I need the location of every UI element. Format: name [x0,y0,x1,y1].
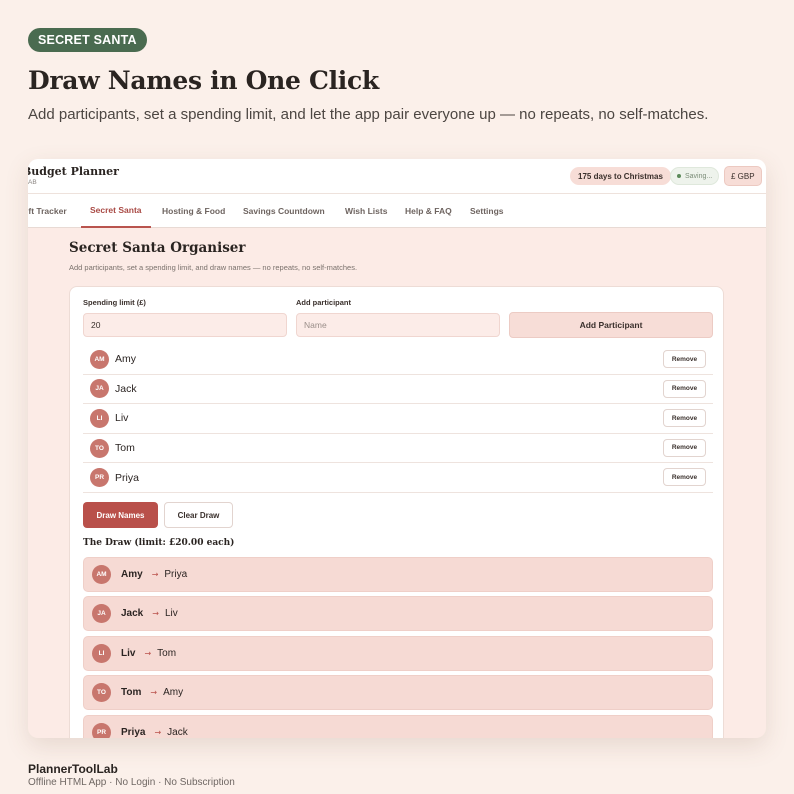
brand-tagline: Offline HTML App · No Login · No Subscri… [28,777,235,788]
arrow-right-icon: → [151,570,159,579]
spending-limit-input[interactable] [83,313,287,337]
category-badge: SECRET SANTA [28,28,147,52]
secret-santa-card: Spending limit (£) Add participant Add P… [69,286,724,738]
draw-results-title: The Draw (limit: £20.00 each) [83,538,235,548]
pair-row: TO Tom → Amy [83,675,713,711]
participant-name: Jack [115,382,137,395]
tab-secret-santa[interactable]: Secret Santa [81,194,151,228]
arrow-right-icon: → [144,648,152,658]
saving-status-pill: Saving... [670,167,720,185]
hero-title: Draw Names in One Click [28,66,379,95]
remove-button[interactable]: Remove [663,468,706,487]
participant-name-input[interactable] [296,313,500,337]
status-dot-icon [677,174,681,178]
tab-wish-lists[interactable]: Wish Lists [345,194,387,228]
receiver-name: Amy [163,687,184,699]
saving-status-label: Saving... [685,172,713,180]
receiver-name: Priya [164,569,188,580]
avatar: AM [92,565,111,584]
app-name: Budget Planner [28,165,119,178]
pair-row: AM Amy → Priya [83,557,713,592]
arrow-right-icon: → [150,688,158,698]
tab-hosting-food[interactable]: Hosting & Food [162,194,225,228]
remove-button[interactable]: Remove [663,409,706,428]
pair-row: PR Priya → Jack [83,714,713,738]
app-topbar: Budget Planner AB 175 days to Christmas … [28,159,766,194]
avatar: AM [90,349,109,369]
participant-name: Amy [115,353,136,366]
brand-name: PlannerToolLab [28,762,118,776]
clear-draw-button[interactable]: Clear Draw [164,502,233,528]
participant-name: Liv [115,412,129,425]
avatar: TO [90,438,109,458]
giver-name: Amy [121,569,143,580]
pair-row: JA Jack → Liv [83,596,713,632]
participant-row: PR Priya Remove [83,463,713,493]
avatar: JA [90,379,109,399]
tab-settings[interactable]: Settings [470,194,504,228]
participant-row: AM Amy Remove [83,345,713,375]
arrow-right-icon: → [152,609,159,619]
draw-results-list: AM Amy → Priya JA Jack → Liv LI Liv → To… [83,557,713,738]
days-to-christmas-pill: 175 days to Christmas [570,167,671,185]
hero-subtitle: Add participants, set a spending limit, … [28,106,709,123]
draw-names-button[interactable]: Draw Names [83,502,158,528]
remove-button[interactable]: Remove [663,379,706,398]
add-participant-button[interactable]: Add Participant [509,312,713,338]
participant-row: LI Liv Remove [83,404,713,434]
pair-row: LI Liv → Tom [83,635,713,671]
arrow-right-icon: → [154,727,162,737]
giver-name: Jack [121,608,144,620]
avatar: LI [90,408,109,428]
giver-name: Priya [121,726,146,738]
section-subtitle: Add participants, set a spending limit, … [69,263,358,272]
app-window: Budget Planner AB 175 days to Christmas … [28,159,766,738]
tab-bar: ift Tracker Secret Santa Hosting & Food … [28,194,766,228]
giver-name: Tom [121,687,142,699]
receiver-name: Liv [164,608,178,620]
section-title: Secret Santa Organiser [69,240,246,256]
participant-name: Priya [115,471,139,484]
currency-button[interactable]: £ GBP [724,166,762,186]
remove-button[interactable]: Remove [663,438,706,457]
participant-list: AM Amy Remove JA Jack Remove LI Liv Remo… [83,345,713,493]
spending-limit-label: Spending limit (£) [83,298,146,307]
participant-row: JA Jack Remove [83,375,713,405]
avatar: LI [92,643,111,663]
app-subtitle: AB [28,179,37,186]
giver-name: Liv [121,647,136,659]
participant-row: TO Tom Remove [83,434,713,464]
avatar: PR [92,722,111,738]
add-participant-label: Add participant [296,298,352,307]
receiver-name: Tom [157,647,177,659]
tab-savings-countdown[interactable]: Savings Countdown [243,194,325,228]
receiver-name: Jack [167,726,188,738]
participant-name: Tom [115,442,135,455]
avatar: JA [92,604,111,624]
avatar: TO [92,683,111,703]
tab-gift-tracker[interactable]: ift Tracker [28,194,67,228]
remove-button[interactable]: Remove [663,350,706,368]
main-content: Secret Santa Organiser Add participants,… [28,228,766,738]
tab-help-faq[interactable]: Help & FAQ [405,194,452,228]
avatar: PR [90,468,109,488]
